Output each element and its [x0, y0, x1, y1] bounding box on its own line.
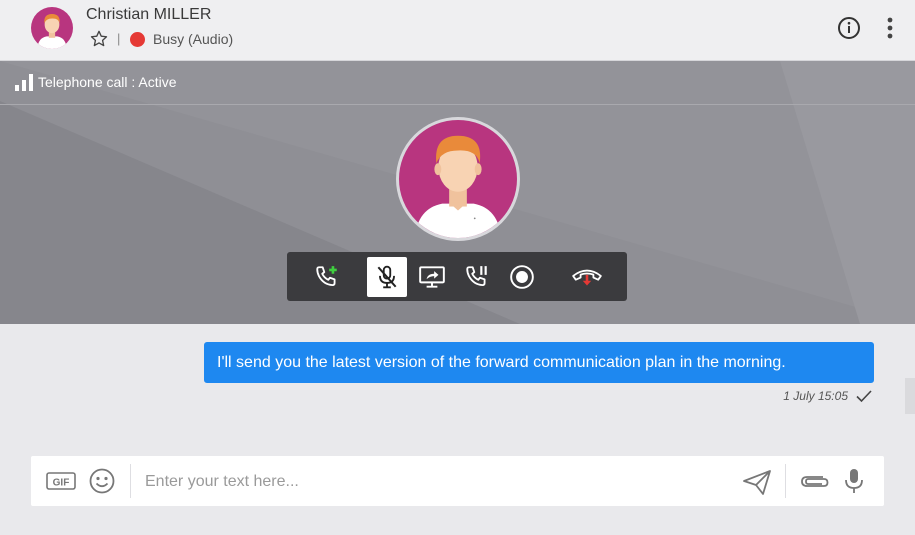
- signal-icon: [15, 74, 33, 91]
- record-button[interactable]: [502, 257, 542, 297]
- phone-hangup-icon: [572, 269, 602, 286]
- attachment-icon[interactable]: [797, 468, 831, 494]
- share-screen-button[interactable]: [412, 257, 452, 297]
- add-call-button[interactable]: [307, 257, 347, 297]
- message-timestamp: 1 July 15:05: [783, 389, 848, 403]
- info-icon[interactable]: [837, 16, 861, 40]
- call-panel: Telephone call : Active: [0, 61, 915, 324]
- star-icon[interactable]: [89, 29, 109, 49]
- person-icon: [37, 14, 67, 49]
- mic-off-icon: [377, 265, 397, 289]
- phone-plus-icon: [316, 266, 337, 287]
- gif-icon[interactable]: GIF: [46, 470, 76, 492]
- check-icon: [856, 390, 872, 403]
- hold-call-button[interactable]: [457, 257, 497, 297]
- contact-avatar[interactable]: [31, 7, 73, 49]
- header-separator: |: [117, 31, 121, 46]
- microphone-icon[interactable]: [843, 467, 865, 495]
- mute-button[interactable]: [367, 257, 407, 297]
- more-vertical-icon[interactable]: [880, 16, 900, 40]
- call-contact-avatar: [396, 117, 520, 241]
- outgoing-message[interactable]: I'll send you the latest version of the …: [204, 342, 874, 383]
- presence-status: Busy (Audio): [153, 31, 234, 47]
- emoji-icon[interactable]: [89, 468, 115, 494]
- scrollbar-thumb[interactable]: [905, 378, 915, 414]
- composer-divider: [130, 464, 131, 498]
- send-icon[interactable]: [742, 468, 772, 496]
- message-input[interactable]: [143, 466, 737, 498]
- status-indicator: [130, 32, 145, 47]
- screen-share-icon: [419, 266, 445, 288]
- call-status-text: Telephone call : Active: [38, 74, 177, 90]
- svg-text:GIF: GIF: [53, 478, 70, 489]
- hang-up-button[interactable]: [567, 257, 607, 297]
- call-controls: [287, 252, 627, 301]
- composer-divider: [785, 464, 786, 498]
- record-icon: [510, 265, 534, 289]
- person-icon: [414, 135, 502, 238]
- conversation-header: Christian MILLER | Busy (Audio): [0, 0, 915, 61]
- phone-pause-icon: [466, 266, 487, 287]
- contact-name: Christian MILLER: [86, 6, 212, 23]
- message-composer: GIF: [31, 456, 884, 506]
- call-status-bar: Telephone call : Active: [0, 61, 915, 105]
